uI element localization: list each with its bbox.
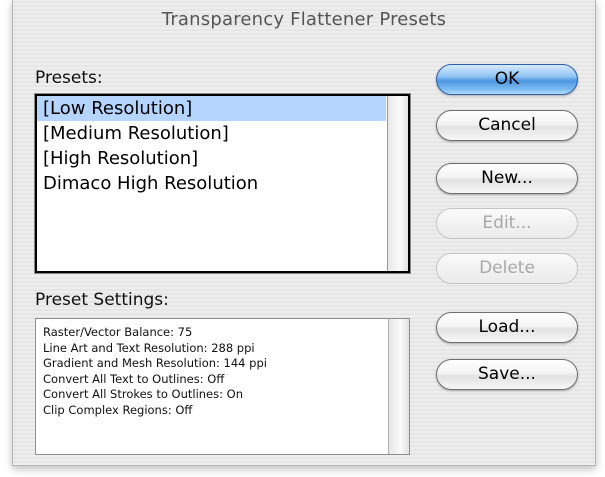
- save-button[interactable]: Save...: [436, 359, 578, 390]
- ok-button[interactable]: OK: [436, 64, 578, 95]
- setting-convert-strokes-outlines: Convert All Strokes to Outlines: On: [43, 387, 243, 401]
- dialog-title: Transparency Flattener Presets: [161, 9, 447, 30]
- cancel-button[interactable]: Cancel: [436, 110, 578, 141]
- preset-item-dimaco-high-resolution[interactable]: Dimaco High Resolution: [37, 171, 386, 196]
- new-button[interactable]: New...: [436, 163, 578, 194]
- presets-listbox[interactable]: [Low Resolution] [Medium Resolution] [Hi…: [35, 94, 410, 273]
- preset-settings-scrollbar[interactable]: [388, 319, 409, 454]
- dialog-window: Transparency Flattener Presets Presets: …: [12, 0, 596, 466]
- presets-scrollbar[interactable]: [387, 96, 408, 271]
- setting-raster-vector-balance: Raster/Vector Balance: 75: [43, 325, 193, 339]
- presets-list: [Low Resolution] [Medium Resolution] [Hi…: [37, 96, 386, 271]
- presets-label: Presets:: [35, 68, 103, 88]
- setting-line-art-text-resolution: Line Art and Text Resolution: 288 ppi: [43, 340, 255, 355]
- setting-convert-text-outlines: Convert All Text to Outlines: Off: [43, 371, 225, 386]
- preset-settings-label: Preset Settings:: [35, 290, 169, 310]
- preset-item-low-resolution[interactable]: [Low Resolution]: [37, 96, 386, 121]
- preset-settings-box: Raster/Vector Balance: 75 Line Art and T…: [35, 318, 410, 455]
- preset-item-high-resolution[interactable]: [High Resolution]: [37, 146, 386, 171]
- preset-item-medium-resolution[interactable]: [Medium Resolution]: [37, 121, 386, 146]
- load-button[interactable]: Load...: [436, 312, 578, 343]
- preset-settings-list: Raster/Vector Balance: 75 Line Art and T…: [36, 319, 387, 454]
- setting-clip-complex-regions: Clip Complex Regions: Off: [43, 402, 193, 417]
- delete-button[interactable]: Delete: [436, 253, 578, 284]
- setting-gradient-mesh-resolution: Gradient and Mesh Resolution: 144 ppi: [43, 356, 267, 370]
- edit-button[interactable]: Edit...: [436, 208, 578, 239]
